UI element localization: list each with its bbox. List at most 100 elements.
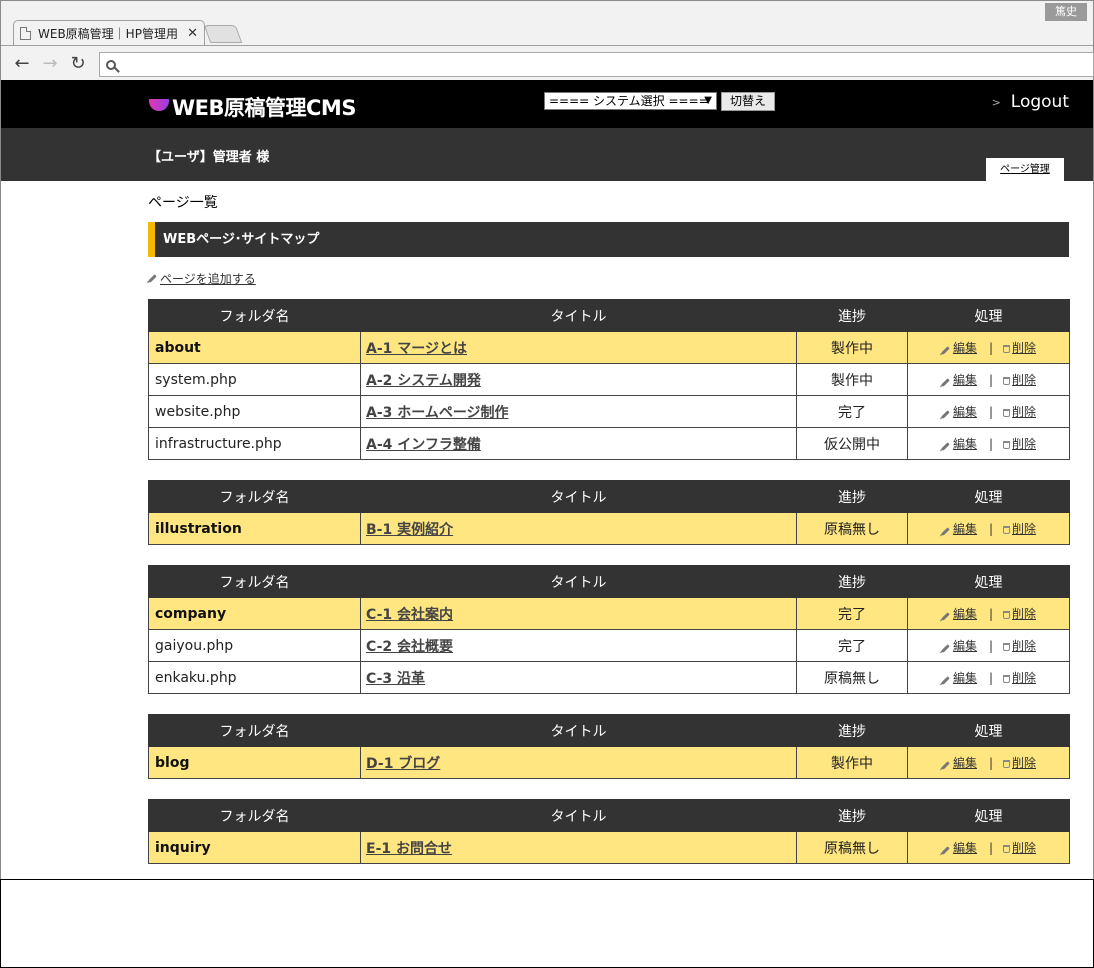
edit-link[interactable]: 編集 xyxy=(953,841,977,855)
system-select[interactable]: ==== システム選択 ==== ▼ xyxy=(544,92,717,110)
pencil-icon xyxy=(941,676,950,685)
folder-row: illustration B-1 実例紹介 原稿無し 編集 | 削除 xyxy=(148,512,1070,545)
actions-cell: 編集 | 削除 xyxy=(907,629,1070,662)
page-title-link[interactable]: A-1 マージとは xyxy=(366,341,467,357)
browser-tab[interactable]: WEB原稿管理｜HP管理用 ✕ xyxy=(13,20,205,46)
logout-link[interactable]: > Logout xyxy=(992,92,1069,112)
folder-table-illustration: フォルダ名 タイトル 進捗 処理 illustration B-1 実例紹介 原稿無し 編集 |… xyxy=(148,480,1070,545)
forward-arrow-icon[interactable]: → xyxy=(39,53,61,74)
chevron-down-icon: ▼ xyxy=(704,95,712,106)
folder-name-cell: enkaku.php xyxy=(148,661,361,694)
separator: | xyxy=(988,373,994,387)
tab-title: WEB原稿管理｜HP管理用 xyxy=(38,27,178,41)
profile-badge[interactable]: 篤史 xyxy=(1045,3,1087,21)
trash-icon xyxy=(1003,345,1011,353)
column-header-title: タイトル xyxy=(360,480,797,513)
edit-link[interactable]: 編集 xyxy=(953,607,977,621)
delete-link[interactable]: 削除 xyxy=(1012,437,1036,451)
edit-link[interactable]: 編集 xyxy=(953,756,977,770)
page-title-link[interactable]: C-2 会社概要 xyxy=(366,639,453,655)
folder-row: blog D-1 ブログ 製作中 編集 | 削除 xyxy=(148,746,1070,779)
edit-link[interactable]: 編集 xyxy=(953,373,977,387)
folder-name-cell: gaiyou.php xyxy=(148,629,361,662)
page-title: ページ一覧 xyxy=(148,195,218,211)
table-header-row: フォルダ名 タイトル 進捗 処理 xyxy=(148,714,1070,747)
add-page-label: ページを追加する xyxy=(160,272,256,286)
switch-button[interactable]: 切替え xyxy=(721,92,775,111)
column-header-title: タイトル xyxy=(360,714,797,747)
back-arrow-icon[interactable]: ← xyxy=(11,53,33,74)
folder-row: about A-1 マージとは 製作中 編集 | 削除 xyxy=(148,331,1070,364)
search-icon xyxy=(106,59,116,70)
table-row: gaiyou.php C-2 会社概要 完了 編集 | 削除 xyxy=(148,629,1070,662)
column-header-status: 進捗 xyxy=(796,799,908,832)
delete-link[interactable]: 削除 xyxy=(1012,405,1036,419)
folder-table-inquiry: フォルダ名 タイトル 進捗 処理 inquiry E-1 お問合せ 原稿無し 編集 | 削除 xyxy=(148,799,1070,864)
new-tab-button[interactable] xyxy=(203,25,243,43)
edit-link[interactable]: 編集 xyxy=(953,405,977,419)
trash-icon xyxy=(1003,526,1011,534)
page-title-link[interactable]: C-3 沿革 xyxy=(366,671,425,687)
edit-link[interactable]: 編集 xyxy=(953,671,977,685)
delete-link[interactable]: 削除 xyxy=(1012,756,1036,770)
pencil-icon xyxy=(148,274,157,283)
actions-cell: 編集 | 削除 xyxy=(907,597,1070,630)
edit-link[interactable]: 編集 xyxy=(953,522,977,536)
actions-cell: 編集 | 削除 xyxy=(907,512,1070,545)
actions-cell: 編集 | 削除 xyxy=(907,395,1070,428)
column-header-actions: 処理 xyxy=(907,714,1070,747)
status-cell: 完了 xyxy=(796,395,908,428)
tab-strip: WEB原稿管理｜HP管理用 ✕ xyxy=(1,1,1093,46)
table-row: enkaku.php C-3 沿革 原稿無し 編集 | 削除 xyxy=(148,661,1070,694)
folder-table-company: フォルダ名 タイトル 進捗 処理 company C-1 会社案内 完了 編集 | 削除 gaiyo… xyxy=(148,565,1070,694)
delete-link[interactable]: 削除 xyxy=(1012,341,1036,355)
separator: | xyxy=(988,756,994,770)
page-title-link[interactable]: A-4 インフラ整備 xyxy=(366,437,481,453)
browser-toolbar: ← → ↻ xyxy=(1,45,1094,81)
trash-icon xyxy=(1003,845,1011,853)
separator: | xyxy=(988,341,994,355)
column-header-actions: 処理 xyxy=(907,565,1070,598)
title-cell: D-1 ブログ xyxy=(360,746,797,779)
delete-link[interactable]: 削除 xyxy=(1012,841,1036,855)
separator: | xyxy=(988,841,994,855)
delete-link[interactable]: 削除 xyxy=(1012,607,1036,621)
column-header-actions: 処理 xyxy=(907,299,1070,332)
page-title-link[interactable]: D-1 ブログ xyxy=(366,756,440,772)
title-cell: C-3 沿革 xyxy=(360,661,797,694)
table-header-row: フォルダ名 タイトル 進捗 処理 xyxy=(148,299,1070,332)
add-page-link[interactable]: ページを追加する xyxy=(148,270,256,287)
page-title-link[interactable]: B-1 実例紹介 xyxy=(366,522,453,538)
address-bar[interactable] xyxy=(99,52,1094,77)
actions-cell: 編集 | 削除 xyxy=(907,661,1070,694)
edit-link[interactable]: 編集 xyxy=(953,639,977,653)
reload-icon[interactable]: ↻ xyxy=(67,53,89,74)
page-title-link[interactable]: A-3 ホームページ制作 xyxy=(366,405,509,421)
page-title-link[interactable]: A-2 システム開発 xyxy=(366,373,481,389)
delete-link[interactable]: 削除 xyxy=(1012,639,1036,653)
edit-link[interactable]: 編集 xyxy=(953,437,977,451)
folder-name-cell: company xyxy=(148,597,361,630)
column-header-actions: 処理 xyxy=(907,799,1070,832)
page-title-link[interactable]: E-1 お問合せ xyxy=(366,841,452,857)
separator: | xyxy=(988,607,994,621)
title-cell: B-1 実例紹介 xyxy=(360,512,797,545)
column-header-status: 進捗 xyxy=(796,299,908,332)
page-title-link[interactable]: C-1 会社案内 xyxy=(366,607,453,623)
delete-link[interactable]: 削除 xyxy=(1012,522,1036,536)
close-icon[interactable]: ✕ xyxy=(187,26,198,41)
pencil-icon xyxy=(941,761,950,770)
edit-link[interactable]: 編集 xyxy=(953,341,977,355)
user-bar: 【ユーザ】管理者 様 ページ管理 xyxy=(0,128,1094,181)
logo-text: WEB原稿管理CMS xyxy=(172,96,356,120)
delete-link[interactable]: 削除 xyxy=(1012,671,1036,685)
chevron-right-icon: > xyxy=(991,95,1001,109)
table-row: infrastructure.php A-4 インフラ整備 仮公開中 編集 | 削除 xyxy=(148,427,1070,460)
site-logo[interactable]: WEB原稿管理CMS xyxy=(149,92,356,122)
tab-page-manage[interactable]: ページ管理 xyxy=(986,158,1064,181)
delete-link[interactable]: 削除 xyxy=(1012,373,1036,387)
actions-cell: 編集 | 削除 xyxy=(907,427,1070,460)
title-cell: A-1 マージとは xyxy=(360,331,797,364)
pencil-icon xyxy=(941,527,950,536)
browser-chrome: WEB原稿管理｜HP管理用 ✕ 篤史 ← → ↻ xyxy=(0,0,1094,80)
